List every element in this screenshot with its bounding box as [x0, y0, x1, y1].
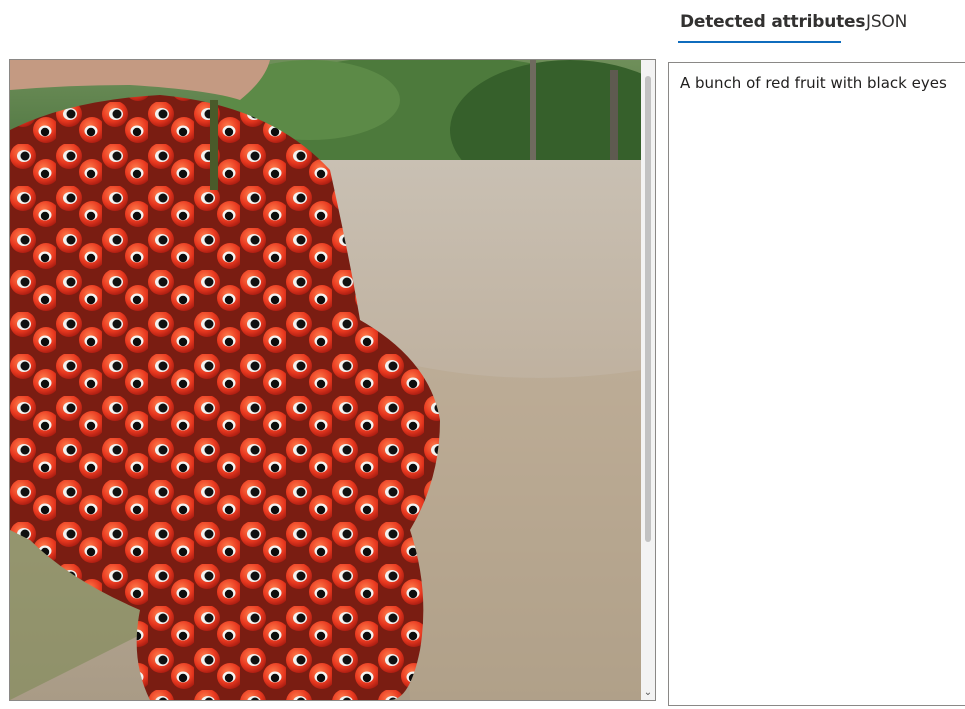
tab-detected-attributes[interactable]: Detected attributes	[680, 12, 866, 32]
image-caption: A bunch of red fruit with black eyes	[680, 74, 947, 92]
image-preview-panel: ⌄	[9, 59, 656, 701]
scrollbar-thumb[interactable]	[645, 76, 651, 542]
fruit-photo	[10, 60, 642, 700]
chevron-down-icon[interactable]: ⌄	[641, 684, 655, 700]
active-tab-indicator	[678, 41, 841, 43]
result-tabs: Detected attributes JSON	[668, 0, 965, 46]
tab-json[interactable]: JSON	[866, 12, 907, 32]
image-scrollbar[interactable]: ⌄	[641, 60, 655, 700]
attributes-panel: A bunch of red fruit with black eyes	[668, 62, 965, 706]
